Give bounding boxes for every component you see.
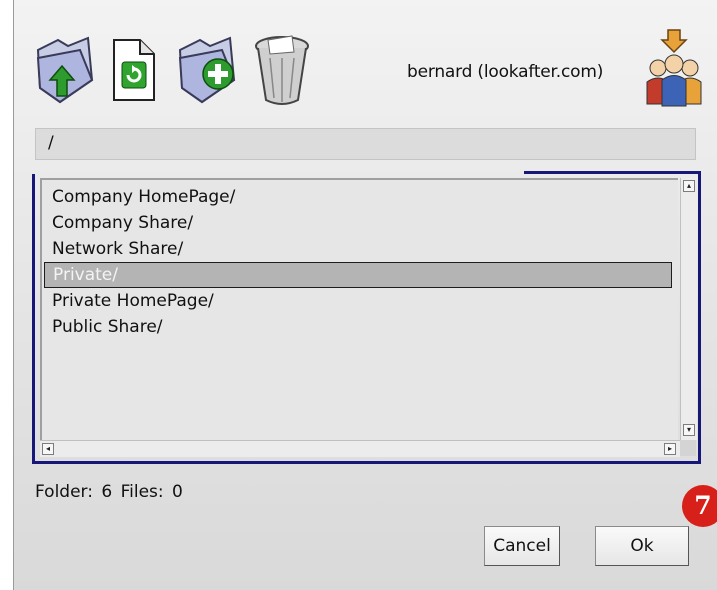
file-list[interactable]: Company HomePage/ Company Share/ Network… [40,178,678,456]
folder-up-icon[interactable] [32,28,100,108]
list-item[interactable]: Company HomePage/ [52,184,235,210]
focus-border-bottom [32,461,701,464]
focus-border-left [32,174,35,464]
focus-border-top [524,171,698,174]
refresh-file-icon[interactable] [106,28,174,108]
path-input[interactable]: / [35,128,696,160]
list-item-selected[interactable]: Private/ [44,262,672,288]
vertical-scrollbar[interactable]: ▴ ▾ [680,178,697,440]
list-item[interactable]: Public Share/ [52,314,163,340]
cancel-button[interactable]: Cancel [484,526,560,566]
trash-icon[interactable] [248,28,316,108]
list-item[interactable]: Company Share/ [52,210,193,236]
focus-border-right [698,171,701,464]
ok-button[interactable]: Ok [595,526,689,566]
scrollbar-corner [680,440,696,456]
annotation-badge: 7 [682,485,717,527]
scroll-down-arrow[interactable]: ▾ [683,424,695,436]
status-text: Folder: 6 Files: 0 [35,482,183,502]
list-item[interactable]: Network Share/ [52,236,183,262]
new-folder-icon[interactable] [174,28,242,108]
scroll-left-arrow[interactable]: ◂ [42,443,54,455]
horizontal-scrollbar[interactable]: ◂ ▸ [40,440,680,457]
users-icon [644,28,704,108]
list-item[interactable]: Private HomePage/ [52,288,214,314]
file-browser-dialog: bernard (lookafter.com) / Company HomePa… [13,0,717,590]
scroll-up-arrow[interactable]: ▴ [683,180,695,192]
scroll-right-arrow[interactable]: ▸ [664,443,676,455]
user-account-label: bernard (lookafter.com) [407,62,604,82]
